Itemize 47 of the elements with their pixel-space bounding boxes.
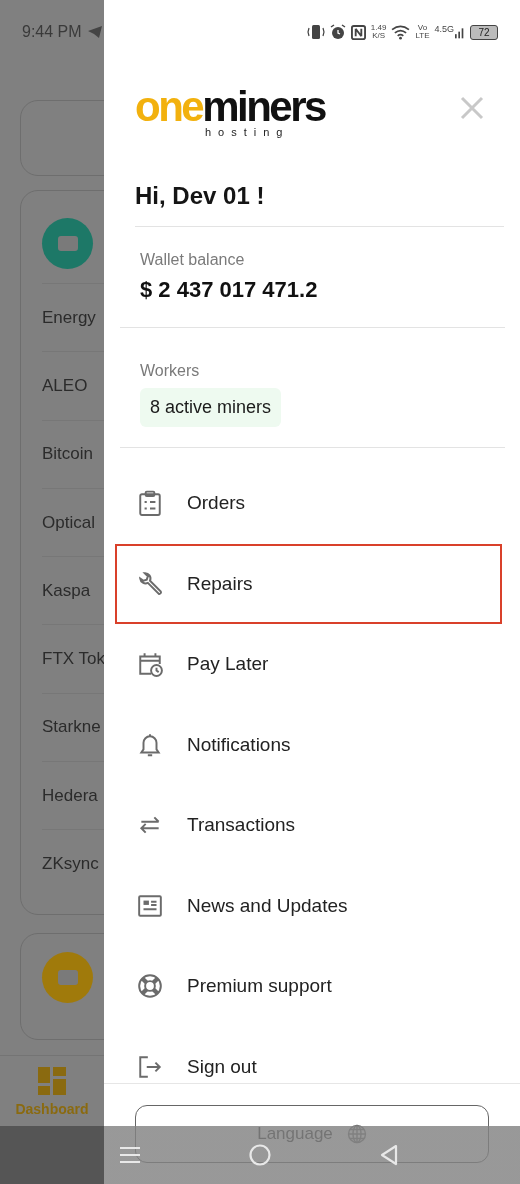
send-icon	[87, 26, 102, 38]
back-icon[interactable]	[380, 1144, 398, 1166]
network-type: 4.5G	[434, 24, 454, 34]
close-icon[interactable]	[460, 96, 484, 120]
menu-item[interactable]: News and Updates	[115, 865, 502, 946]
list-item[interactable]: Energy	[42, 307, 96, 328]
clipboard-icon	[137, 490, 163, 517]
speed-unit: K/S	[372, 32, 386, 40]
list-item[interactable]: Bitcoin	[42, 444, 94, 465]
calendar-clock-icon	[137, 651, 163, 678]
greeting: Hi, Dev 01 !	[135, 182, 504, 227]
menu-item[interactable]: Sign out	[115, 1026, 502, 1107]
list-item[interactable]: Hedera	[42, 785, 98, 806]
speed-value: 1.49	[370, 24, 387, 32]
menu-icon[interactable]	[120, 1146, 140, 1164]
sign-out-icon	[137, 1053, 163, 1080]
wallet-label: Wallet balance	[140, 251, 246, 269]
workers-label: Workers	[140, 362, 201, 380]
logo: oneminers hosting	[135, 88, 325, 138]
menu-item[interactable]: Transactions	[115, 785, 502, 866]
list-item[interactable]: ALEO	[42, 375, 88, 396]
bell-icon	[137, 731, 163, 758]
list-item[interactable]: Kaspa	[42, 580, 91, 601]
nfc-icon	[350, 24, 366, 40]
menu-item[interactable]: Orders	[115, 463, 502, 544]
clock: 9:44 PM	[22, 23, 82, 41]
list-item[interactable]: ZKsync	[42, 854, 99, 874]
alarm-icon	[329, 24, 346, 40]
list-item[interactable]: Starkne	[42, 717, 101, 738]
volte-label: Vo	[417, 24, 428, 32]
menu-item[interactable]: Premium support	[115, 946, 502, 1027]
vibrate-icon	[306, 24, 325, 40]
menu-item[interactable]: Pay Later	[115, 624, 502, 705]
wrench-icon	[137, 570, 163, 597]
signal-icon	[455, 25, 465, 39]
miners-badge: 8 active miners	[140, 388, 282, 427]
wallet-icon	[42, 952, 93, 1003]
wallet-balance: $ 2 437 017 471.2	[140, 277, 319, 303]
lifebuoy-icon	[137, 973, 163, 1000]
menu-item[interactable]: Repairs	[115, 543, 502, 624]
volte-label: LTE	[415, 32, 430, 40]
newspaper-icon	[137, 892, 163, 919]
menu-item[interactable]: Notifications	[115, 704, 502, 785]
list-item[interactable]: Optical	[42, 512, 95, 533]
wallet-icon	[42, 218, 93, 269]
wifi-icon	[391, 24, 411, 40]
home-icon[interactable]	[249, 1144, 271, 1166]
